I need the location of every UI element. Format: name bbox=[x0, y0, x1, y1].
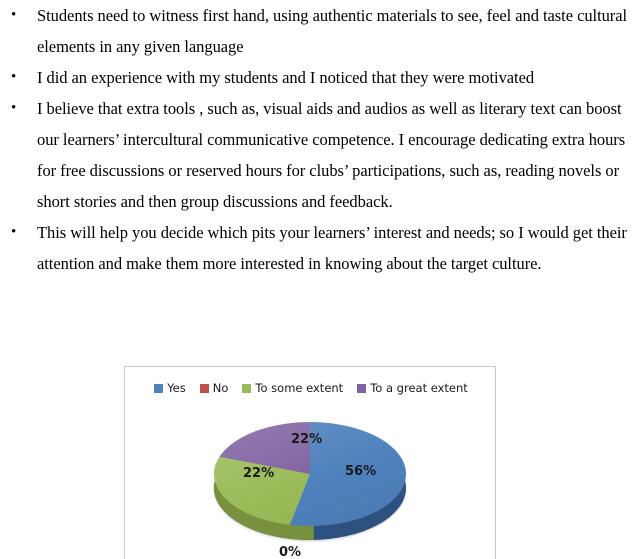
list-item-text: I did an experience with my students and… bbox=[37, 68, 535, 87]
pie-chart: Yes No To some extent To a great extent … bbox=[124, 366, 496, 559]
legend-label: To a great extent bbox=[370, 381, 468, 395]
legend-entry-to-some-extent: To some extent bbox=[242, 381, 343, 395]
list-item: • This will help you decide which pits y… bbox=[0, 217, 636, 279]
legend-swatch-icon bbox=[199, 383, 209, 393]
legend-entry-to-a-great-extent: To a great extent bbox=[357, 381, 468, 395]
list-item: • Students need to witness first hand, u… bbox=[0, 0, 636, 62]
bullet-icon: • bbox=[11, 7, 17, 23]
list-item: • I did an experience with my students a… bbox=[0, 62, 636, 93]
legend-entry-no: No bbox=[199, 381, 229, 395]
legend-swatch-icon bbox=[357, 383, 367, 393]
bullet-icon: • bbox=[11, 100, 17, 116]
bullet-list: • Students need to witness first hand, u… bbox=[0, 0, 636, 279]
bullet-icon: • bbox=[11, 224, 17, 240]
legend-entry-yes: Yes bbox=[154, 381, 186, 395]
legend-label: No bbox=[212, 381, 229, 395]
slice-label-to-some-extent: 22% bbox=[243, 466, 275, 481]
legend-swatch-icon bbox=[154, 383, 164, 393]
slice-label-yes: 56% bbox=[345, 464, 377, 479]
list-item-text: I believe that extra tools , such as, vi… bbox=[37, 99, 626, 211]
slice-label-to-a-great-extent: 22% bbox=[291, 432, 323, 447]
pie-graphic: 56% 22% 22% 0% bbox=[214, 422, 406, 559]
legend-swatch-icon bbox=[242, 383, 252, 393]
bullet-icon: • bbox=[11, 69, 17, 85]
legend-label: Yes bbox=[167, 381, 186, 395]
list-item: • I believe that extra tools , such as, … bbox=[0, 93, 636, 217]
slice-label-no: 0% bbox=[279, 545, 302, 559]
list-item-text: Students need to witness first hand, usi… bbox=[37, 6, 628, 56]
legend-label: To some extent bbox=[255, 381, 344, 395]
chart-legend: Yes No To some extent To a great extent bbox=[125, 381, 495, 395]
list-item-text: This will help you decide which pits you… bbox=[37, 223, 627, 273]
